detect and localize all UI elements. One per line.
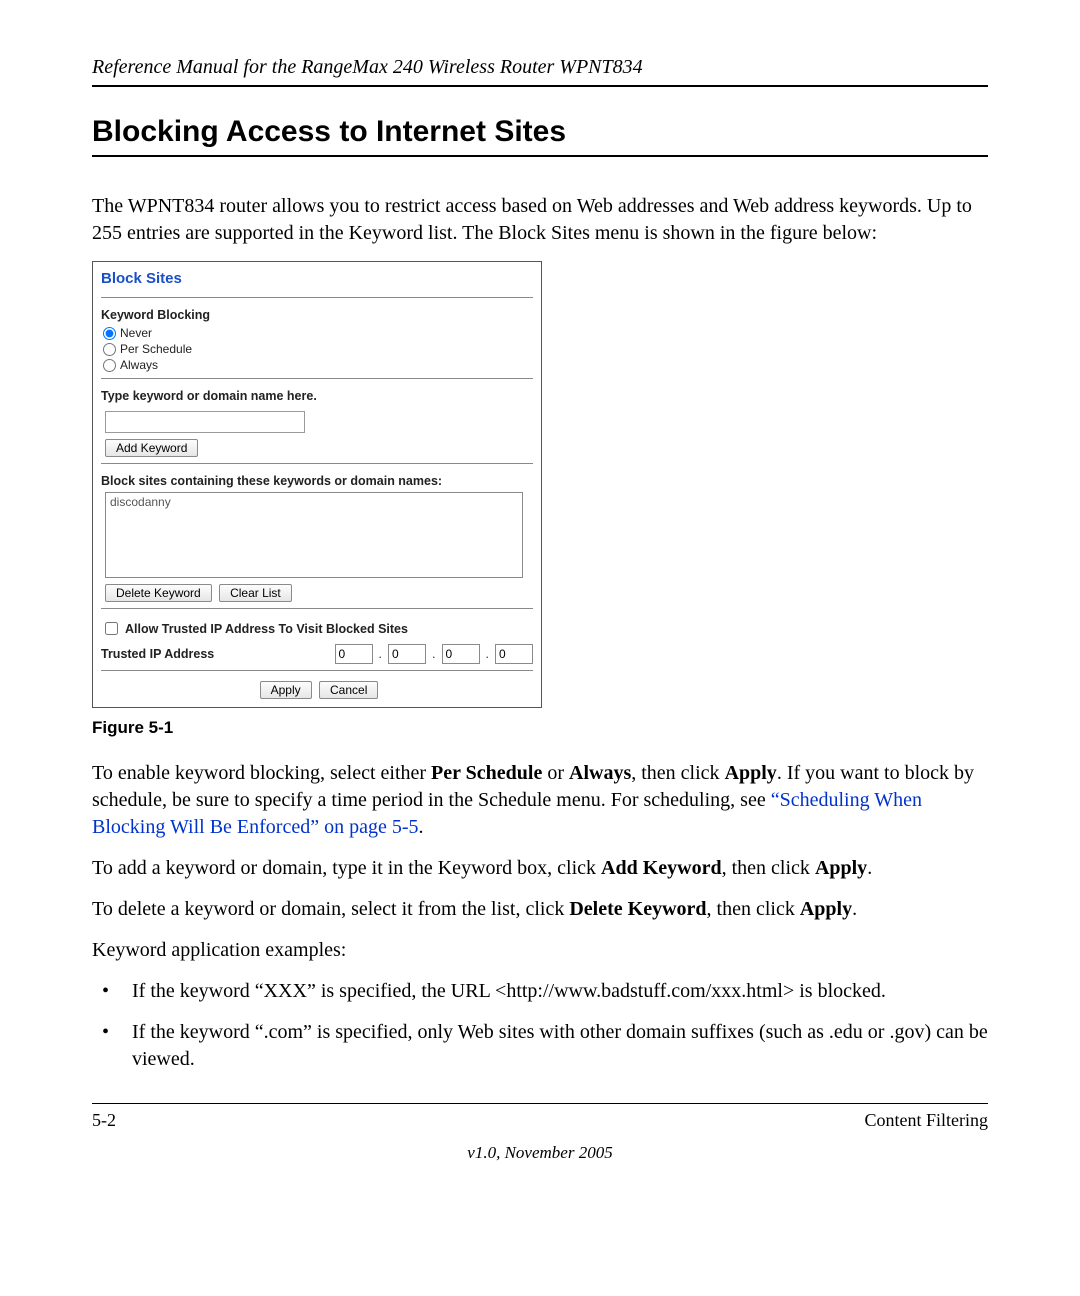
panel-footer-buttons: Apply Cancel bbox=[101, 681, 533, 699]
ip-octet-3[interactable] bbox=[442, 644, 480, 664]
ip-octet-4[interactable] bbox=[495, 644, 533, 664]
add-paragraph: To add a keyword or domain, type it in t… bbox=[92, 855, 988, 882]
keyword-input[interactable] bbox=[105, 411, 305, 433]
keyword-blocking-label: Keyword Blocking bbox=[101, 308, 533, 322]
radio-always-row[interactable]: Always bbox=[103, 358, 533, 372]
running-header: Reference Manual for the RangeMax 240 Wi… bbox=[92, 56, 988, 79]
block-list-label: Block sites containing these keywords or… bbox=[101, 474, 533, 488]
list-item[interactable]: discodanny bbox=[110, 495, 518, 509]
examples-list: If the keyword “XXX” is specified, the U… bbox=[92, 978, 988, 1073]
figure-block-sites: Block Sites Keyword Blocking Never Per S… bbox=[92, 261, 988, 738]
section-heading: Blocking Access to Internet Sites bbox=[92, 115, 988, 149]
radio-per-schedule[interactable] bbox=[103, 343, 116, 356]
panel-separator bbox=[101, 608, 533, 609]
ip-dot: . bbox=[379, 647, 382, 661]
enable-paragraph: To enable keyword blocking, select eithe… bbox=[92, 760, 988, 841]
cancel-button[interactable]: Cancel bbox=[319, 681, 378, 699]
allow-trusted-checkbox[interactable] bbox=[105, 622, 118, 635]
radio-always-label: Always bbox=[120, 358, 158, 372]
header-rule bbox=[92, 85, 988, 87]
radio-never-row[interactable]: Never bbox=[103, 326, 533, 340]
clear-list-button[interactable]: Clear List bbox=[219, 584, 292, 602]
delete-keyword-button[interactable]: Delete Keyword bbox=[105, 584, 212, 602]
panel-separator bbox=[101, 463, 533, 464]
page-number: 5-2 bbox=[92, 1110, 116, 1131]
delete-paragraph: To delete a keyword or domain, select it… bbox=[92, 896, 988, 923]
radio-never-label: Never bbox=[120, 326, 152, 340]
trusted-ip-label: Trusted IP Address bbox=[101, 647, 214, 661]
heading-rule bbox=[92, 155, 988, 157]
trusted-ip-row: Trusted IP Address . . . bbox=[101, 644, 533, 664]
radio-per-schedule-row[interactable]: Per Schedule bbox=[103, 342, 533, 356]
document-page: Reference Manual for the RangeMax 240 Wi… bbox=[0, 0, 1080, 1203]
type-keyword-label: Type keyword or domain name here. bbox=[101, 389, 533, 403]
apply-button[interactable]: Apply bbox=[260, 681, 312, 699]
list-item: If the keyword “XXX” is specified, the U… bbox=[92, 978, 988, 1005]
examples-intro: Keyword application examples: bbox=[92, 937, 988, 964]
radio-never[interactable] bbox=[103, 327, 116, 340]
footer-row: 5-2 Content Filtering bbox=[92, 1110, 988, 1131]
ip-octet-2[interactable] bbox=[388, 644, 426, 664]
footer-version: v1.0, November 2005 bbox=[92, 1143, 988, 1163]
footer-rule bbox=[92, 1103, 988, 1104]
radio-always[interactable] bbox=[103, 359, 116, 372]
chapter-name: Content Filtering bbox=[865, 1110, 989, 1131]
block-sites-panel: Block Sites Keyword Blocking Never Per S… bbox=[92, 261, 542, 708]
ip-octet-1[interactable] bbox=[335, 644, 373, 664]
figure-caption: Figure 5-1 bbox=[92, 718, 988, 738]
allow-trusted-row[interactable]: Allow Trusted IP Address To Visit Blocke… bbox=[101, 619, 533, 638]
panel-separator bbox=[101, 670, 533, 671]
ip-dot: . bbox=[486, 647, 489, 661]
list-item: If the keyword “.com” is specified, only… bbox=[92, 1019, 988, 1073]
panel-separator bbox=[101, 297, 533, 298]
radio-per-schedule-label: Per Schedule bbox=[120, 342, 192, 356]
ip-dot: . bbox=[432, 647, 435, 661]
intro-paragraph: The WPNT834 router allows you to restric… bbox=[92, 193, 988, 247]
keyword-listbox[interactable]: discodanny bbox=[105, 492, 523, 578]
allow-trusted-label: Allow Trusted IP Address To Visit Blocke… bbox=[125, 622, 408, 636]
panel-separator bbox=[101, 378, 533, 379]
panel-title: Block Sites bbox=[101, 270, 533, 287]
add-keyword-button[interactable]: Add Keyword bbox=[105, 439, 198, 457]
